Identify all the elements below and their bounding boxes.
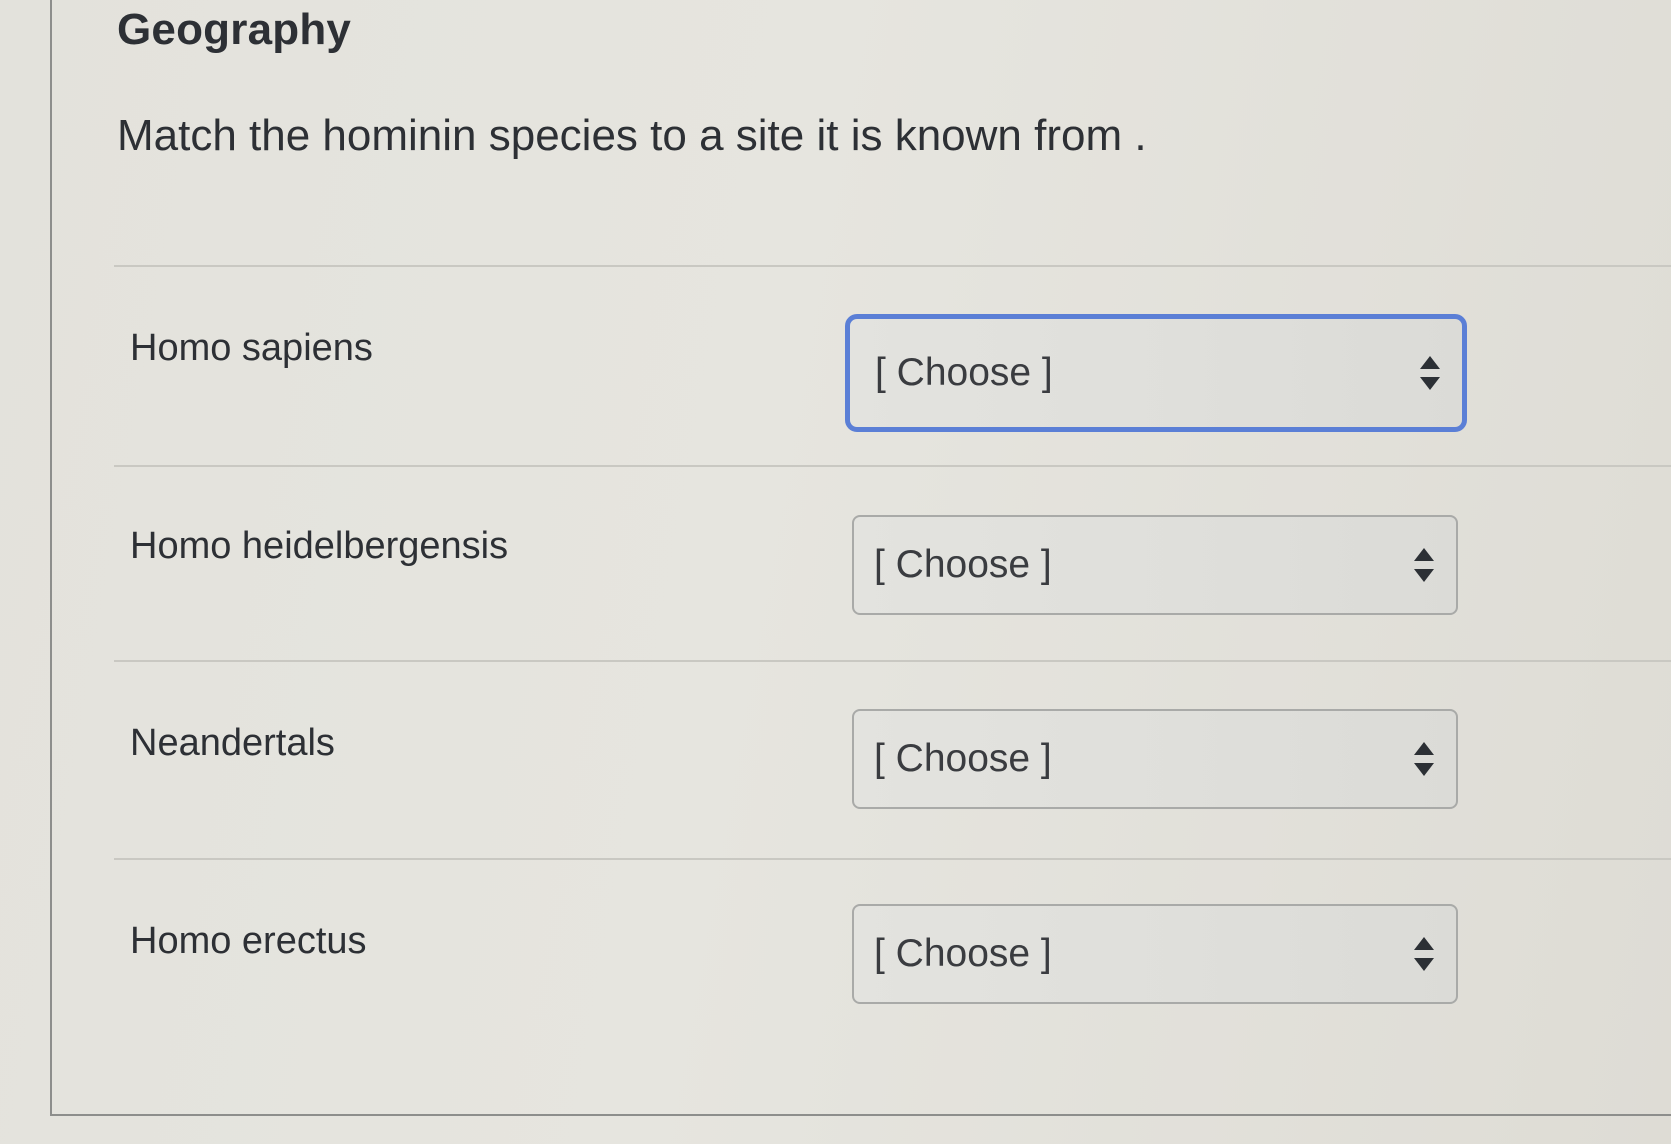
- up-down-stepper-icon: [1412, 935, 1436, 973]
- site-select-neandertals[interactable]: [ Choose ]: [852, 709, 1458, 809]
- match-label-homo-heidelbergensis: Homo heidelbergensis: [130, 525, 509, 567]
- quiz-title: Geography: [117, 5, 352, 54]
- site-select-homo-erectus[interactable]: [ Choose ]: [852, 904, 1458, 1004]
- row-divider: [114, 265, 1671, 267]
- select-value: [ Choose ]: [875, 351, 1053, 394]
- up-down-stepper-icon: [1418, 354, 1442, 392]
- question-prompt: Match the hominin species to a site it i…: [117, 111, 1147, 160]
- quiz-page: Geography Match the hominin species to a…: [0, 0, 1671, 1144]
- row-divider: [114, 858, 1671, 860]
- match-label-neandertals: Neandertals: [130, 722, 335, 764]
- up-down-stepper-icon: [1412, 740, 1436, 778]
- site-select-homo-heidelbergensis[interactable]: [ Choose ]: [852, 515, 1458, 615]
- select-value: [ Choose ]: [874, 737, 1052, 780]
- match-label-homo-sapiens: Homo sapiens: [130, 327, 373, 369]
- row-divider: [114, 660, 1671, 662]
- select-value: [ Choose ]: [874, 543, 1052, 586]
- site-select-homo-sapiens[interactable]: [ Choose ]: [845, 314, 1467, 432]
- row-divider: [114, 465, 1671, 467]
- up-down-stepper-icon: [1412, 546, 1436, 584]
- select-value: [ Choose ]: [874, 932, 1052, 975]
- match-label-homo-erectus: Homo erectus: [130, 920, 367, 962]
